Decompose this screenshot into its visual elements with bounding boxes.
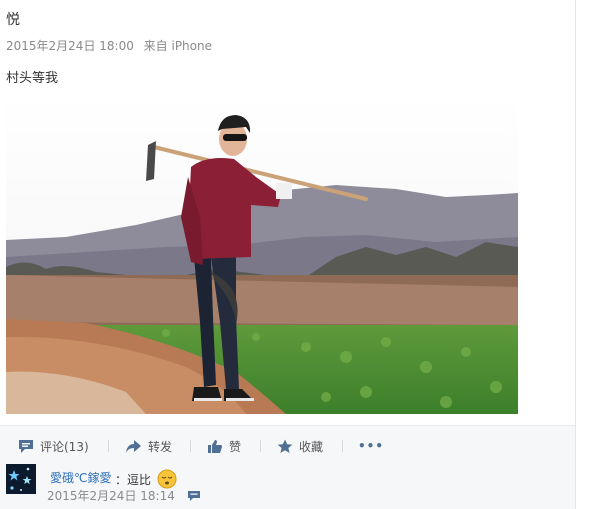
comment-count-label: 评论(13) bbox=[40, 439, 89, 454]
avatar-image bbox=[6, 464, 36, 494]
divider bbox=[108, 440, 109, 452]
repost-icon bbox=[126, 439, 141, 453]
post-photo[interactable] bbox=[6, 97, 518, 414]
sleepy-emoji-icon bbox=[157, 469, 177, 489]
comment-icon bbox=[19, 439, 33, 453]
photo-illustration bbox=[6, 97, 518, 414]
more-button[interactable]: ••• bbox=[358, 436, 384, 456]
comment-time: 2015年2月24日 18:14 bbox=[47, 487, 201, 504]
comment-username[interactable]: 愛硪℃鎵愛 bbox=[50, 469, 111, 486]
like-button[interactable]: 赞 bbox=[207, 436, 241, 456]
star-icon bbox=[277, 439, 293, 453]
post-action-bar: 评论(13) 转发 赞 收藏 ••• bbox=[0, 425, 575, 466]
reply-icon[interactable] bbox=[187, 490, 201, 502]
repost-label: 转发 bbox=[148, 439, 173, 454]
more-dots-icon: ••• bbox=[358, 439, 385, 453]
thumbs-up-icon bbox=[208, 439, 222, 453]
repost-button[interactable]: 转发 bbox=[125, 436, 172, 456]
comment-timestamp: 2015年2月24日 18:14 bbox=[47, 489, 175, 503]
divider bbox=[190, 440, 191, 452]
avatar[interactable] bbox=[6, 464, 36, 494]
divider bbox=[342, 440, 343, 452]
comment-text: ：逗比 bbox=[115, 469, 177, 489]
like-label: 赞 bbox=[229, 439, 242, 454]
post-date[interactable]: 2015年2月24日 18:00 bbox=[6, 39, 134, 53]
post-text: 村头等我 bbox=[6, 71, 59, 86]
comment-button[interactable]: 评论(13) bbox=[18, 436, 89, 456]
post-meta: 2015年2月24日 18:00 来自 iPhone bbox=[6, 37, 218, 54]
divider bbox=[260, 440, 261, 452]
favorite-label: 收藏 bbox=[299, 439, 324, 454]
weibo-post-card: 悦 2015年2月24日 18:00 来自 iPhone 村头等我 评论(13)… bbox=[0, 0, 576, 509]
favorite-button[interactable]: 收藏 bbox=[277, 436, 323, 456]
post-author[interactable]: 悦 bbox=[6, 9, 20, 29]
comment-list: 愛硪℃鎵愛 ：逗比 2015年2月24日 18:14 bbox=[0, 464, 575, 509]
post-source[interactable]: 来自 iPhone bbox=[144, 39, 212, 53]
comment-body: ：逗比 bbox=[115, 473, 152, 487]
